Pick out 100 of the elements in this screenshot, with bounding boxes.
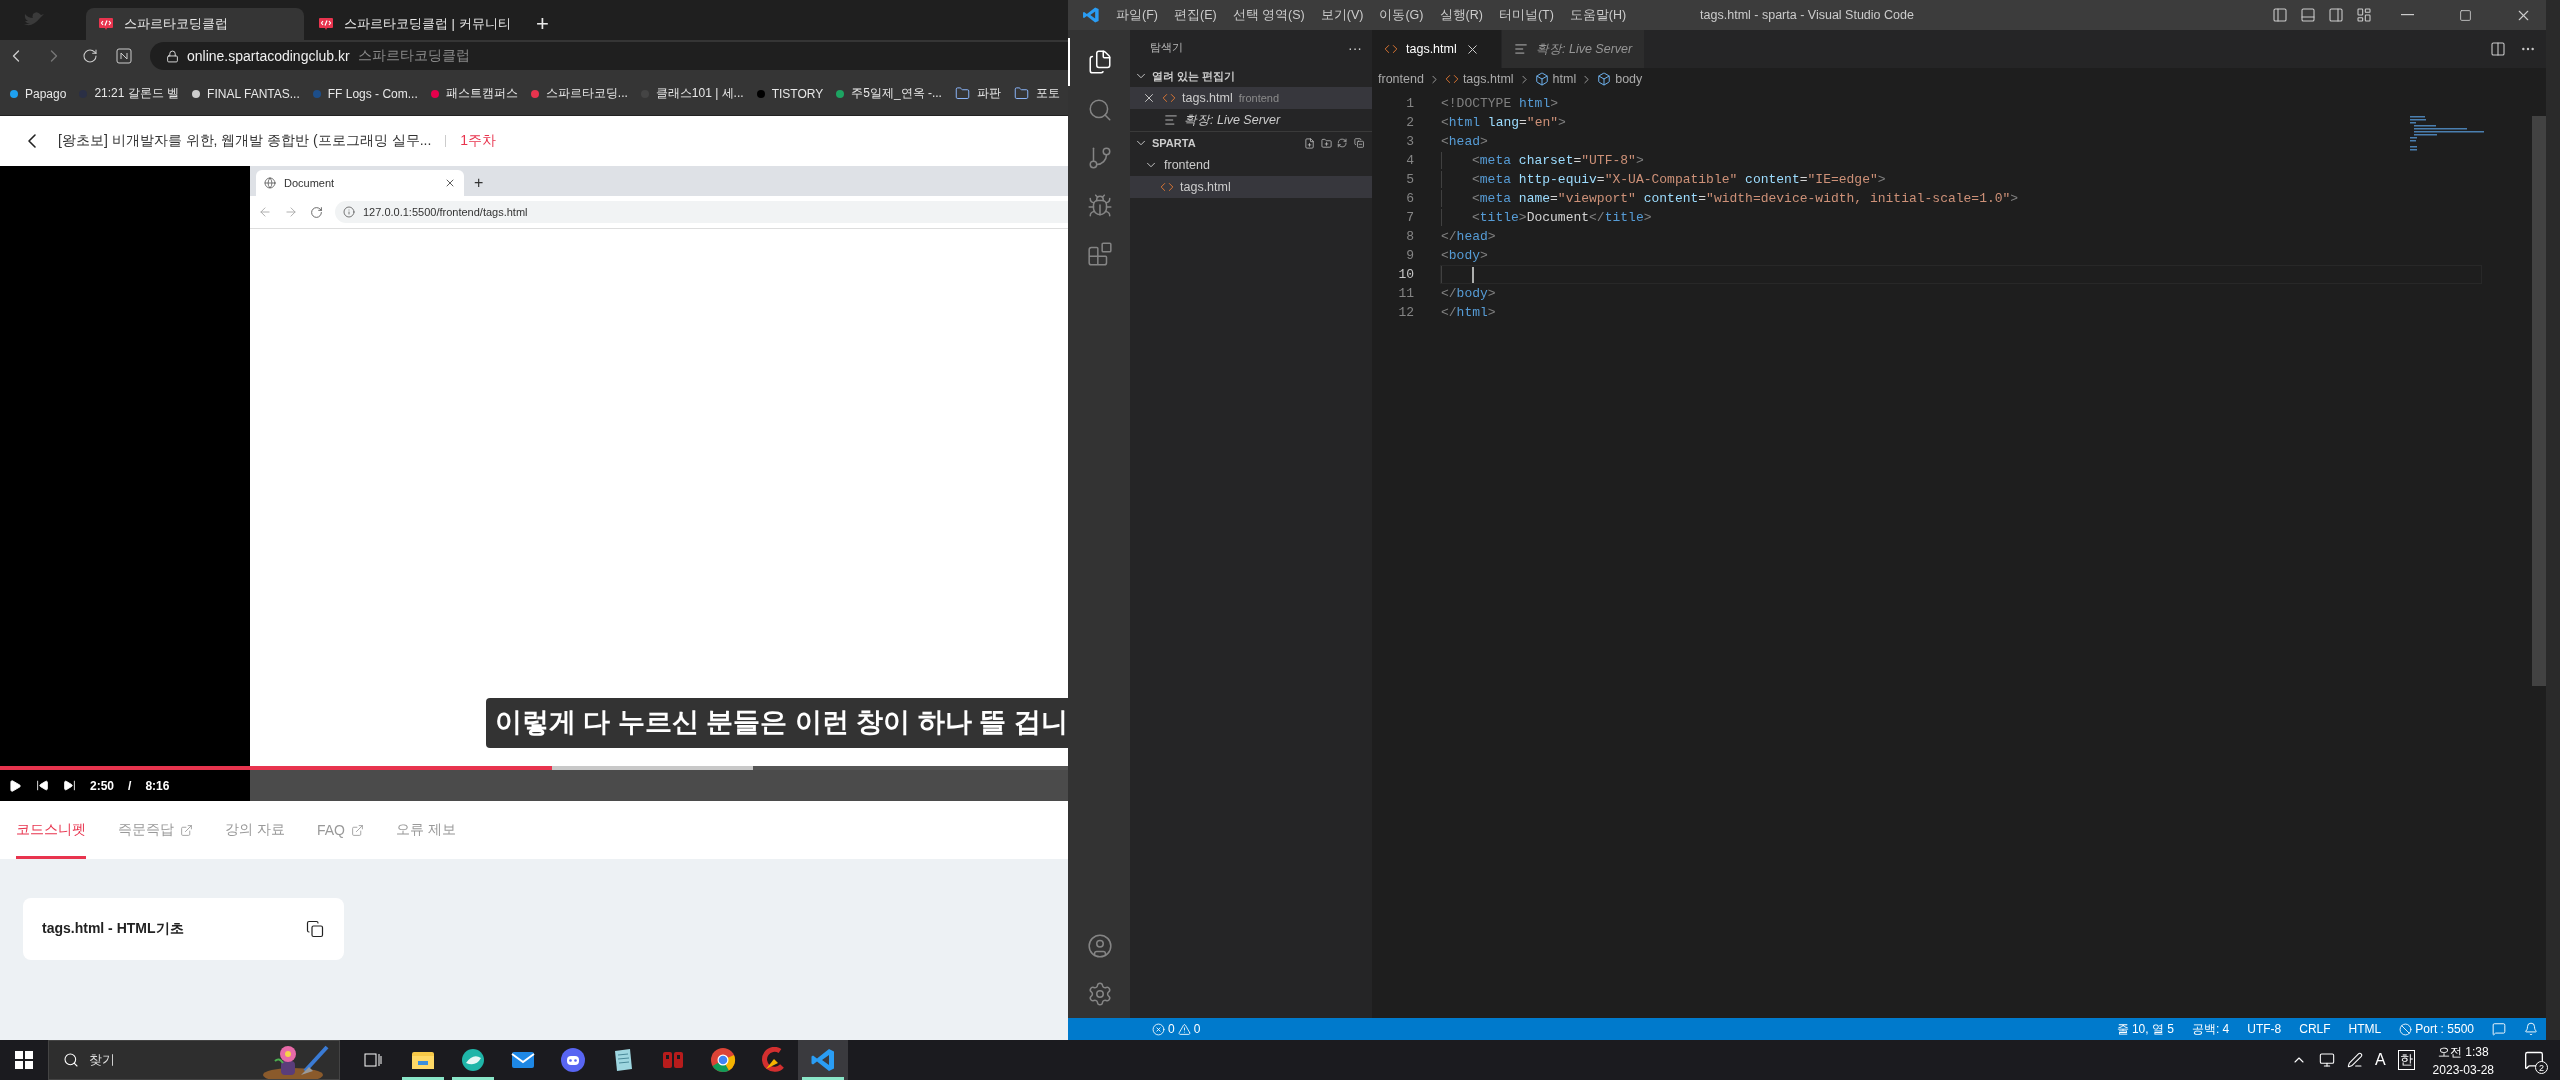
address-bar[interactable]: online.spartacodingclub.kr 스파르타코딩클럽 [150, 42, 1068, 70]
breadcrumb[interactable]: body [1597, 72, 1643, 86]
search-icon [1087, 97, 1113, 123]
maximize-icon [2458, 8, 2472, 22]
lesson-tab[interactable]: 코드스니펫 [16, 801, 86, 859]
scrollbar[interactable] [2532, 116, 2546, 686]
section-header[interactable]: SPARTA [1130, 132, 1304, 154]
status-item[interactable]: HTML [2348, 1022, 2382, 1036]
menu-item[interactable]: 편집(E) [1167, 0, 1223, 30]
duration: 8:16 [145, 778, 170, 793]
blocked-icon [2399, 1022, 2413, 1036]
clock[interactable]: 오전 1:38 2023-03-28 [2426, 1043, 2500, 1077]
browser-tab[interactable]: 스파르타코딩클럽 | 커뮤니티 [306, 8, 524, 40]
new-tab-button[interactable]: + [526, 8, 559, 40]
status-item[interactable]: UTF-8 [2247, 1022, 2282, 1036]
bookmark[interactable]: 스파르타코딩... [530, 85, 628, 102]
n-square-icon[interactable] [116, 48, 132, 64]
port-status[interactable]: Port : 5500 [2399, 1022, 2474, 1036]
bookmark[interactable]: 21:21 갈론드 벨 [79, 85, 180, 102]
notification-button[interactable]: 2 [2512, 1040, 2556, 1080]
explorer-title: 탐색기 [1150, 40, 1183, 55]
code-line: <!DOCTYPE html> [1440, 95, 1560, 113]
open-editor-item[interactable]: 확장: Live Server [1130, 109, 1372, 131]
bookmark[interactable]: 포토 [1013, 85, 1060, 102]
taskbar-app[interactable] [798, 1040, 848, 1080]
status-item[interactable]: 줄 10, 열 5 [2116, 1020, 2174, 1038]
problems-status[interactable]: 0 0 [1152, 1022, 1201, 1036]
breadcrumb[interactable]: html [1534, 72, 1577, 86]
code-editor-icon [810, 1047, 836, 1073]
user-icon [1087, 933, 1113, 959]
editor-tab[interactable]: 확장: Live Server [1502, 30, 1646, 68]
breadcrumb[interactable]: tags.html [1444, 72, 1514, 86]
font-key[interactable]: A [2374, 1051, 2386, 1069]
collapse-icon[interactable] [1353, 136, 1364, 150]
app-logo-icon [1082, 6, 1100, 24]
menu-item[interactable]: 터미널(T) [1492, 0, 1560, 30]
open-editor-item[interactable]: tags.html frontend [1130, 87, 1372, 109]
logo-icon [98, 17, 114, 31]
search-field[interactable]: 찾기 [48, 1040, 340, 1080]
menu-item[interactable]: 실행(R) [1433, 0, 1489, 30]
time-separator: / [128, 778, 132, 793]
tree-item[interactable]: tags.html [1130, 176, 1372, 198]
play-button[interactable] [8, 778, 22, 793]
blocks-icon [1087, 241, 1113, 267]
editor-tab[interactable]: tags.html [1372, 30, 1502, 68]
status-item[interactable]: 공백: 4 [2191, 1020, 2230, 1038]
new-file-icon[interactable] [1303, 135, 1315, 151]
menu-item[interactable]: 파일(F) [1110, 0, 1164, 30]
bookmark[interactable]: 패스트캠퍼스 [430, 85, 518, 102]
line-number: 9 [1405, 248, 1414, 263]
sidebar-toggle-icon[interactable] [2272, 7, 2288, 23]
section-header[interactable]: 열려 있는 편집기 [1130, 65, 1372, 87]
feedback-icon[interactable] [2492, 1022, 2506, 1036]
snippet-card[interactable]: tags.html - HTML기초 [23, 898, 344, 960]
settings-icon [1087, 981, 1113, 1007]
refresh-icon[interactable] [1337, 136, 1348, 150]
cube-icon [1597, 72, 1612, 86]
code-line: </head> [1440, 228, 1497, 246]
menu-item[interactable]: 선택 영역(S) [1226, 0, 1311, 30]
branch-icon [1087, 145, 1113, 171]
bookmark[interactable]: Papago [10, 86, 67, 101]
more-button[interactable]: ··· [1348, 39, 1362, 56]
bookmark[interactable]: 클래스101 | 세... [640, 85, 744, 102]
bell-icon[interactable] [2524, 1022, 2538, 1036]
status-item[interactable]: CRLF [2299, 1022, 2331, 1036]
inner-new-tab[interactable]: + [464, 170, 494, 196]
lines-icon [1514, 42, 1528, 56]
secondary-sidebar-icon[interactable] [2328, 7, 2344, 23]
next-button[interactable] [63, 779, 76, 792]
line-number: 8 [1405, 229, 1414, 244]
bookmark[interactable]: 주5일제_연옥 -... [836, 85, 942, 102]
menu-item[interactable]: 보기(V) [1314, 0, 1370, 30]
reload-icon[interactable] [82, 48, 98, 64]
network-icon[interactable] [2318, 1052, 2335, 1068]
bookmark[interactable]: FINAL FANTAS... [192, 86, 300, 101]
layout-icon[interactable] [2356, 7, 2372, 23]
bookmark[interactable]: FF Logs - Com... [312, 86, 418, 101]
code-line: <body> [1440, 247, 1489, 265]
panel-toggle-icon[interactable] [2300, 7, 2316, 23]
browser-tab[interactable]: 스파르타코딩클럽 [86, 8, 304, 40]
progress-track[interactable] [0, 766, 1068, 770]
bookmark[interactable]: TISTORY [756, 86, 824, 101]
browser-icon [710, 1047, 736, 1073]
code-line: <head> [1440, 133, 1489, 151]
ime-indicator[interactable]: 한 [2397, 1050, 2415, 1070]
notification-count: 2 [2535, 1061, 2548, 1074]
bookmark[interactable]: 파판 [954, 85, 1001, 102]
files-icon [1087, 49, 1113, 75]
previous-button[interactable] [36, 779, 49, 792]
split-editor-icon[interactable] [2490, 41, 2506, 57]
folder-icon [954, 86, 970, 101]
line-number: 12 [1397, 305, 1414, 320]
menu-item[interactable]: 이동(G) [1373, 0, 1430, 30]
week-label: 1주차 [460, 132, 497, 150]
copy-icon[interactable] [306, 920, 324, 938]
chat-icon [560, 1047, 586, 1073]
tree-item[interactable]: frontend [1130, 154, 1372, 176]
menu-item[interactable]: 도움말(H) [1563, 0, 1633, 30]
pen-icon[interactable] [2346, 1052, 2363, 1068]
breadcrumb[interactable]: frontend [1378, 72, 1424, 86]
